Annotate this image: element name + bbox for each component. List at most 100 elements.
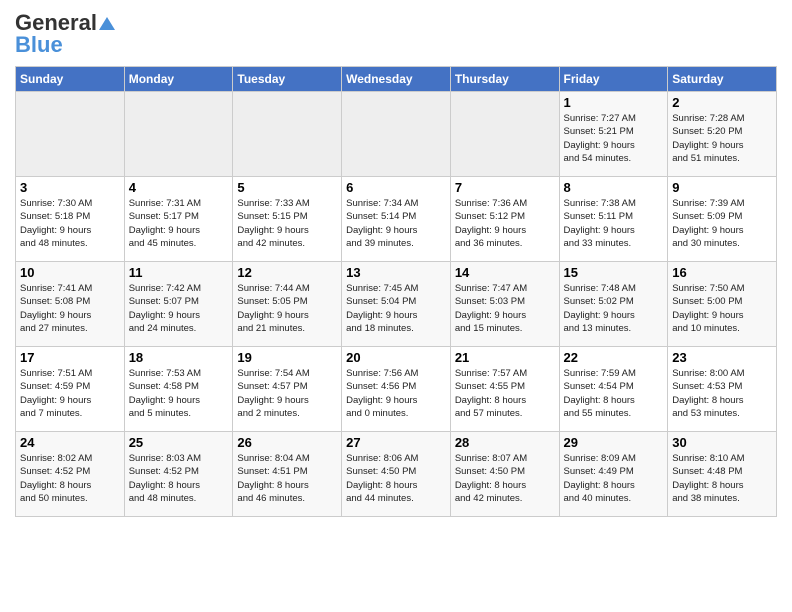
calendar-cell: 14Sunrise: 7:47 AM Sunset: 5:03 PM Dayli…: [450, 262, 559, 347]
day-info: Sunrise: 8:00 AM Sunset: 4:53 PM Dayligh…: [672, 367, 772, 420]
day-info: Sunrise: 8:10 AM Sunset: 4:48 PM Dayligh…: [672, 452, 772, 505]
week-row-1: 1 Sunrise: 7:27 AM Sunset: 5:21 PM Daylig…: [16, 92, 777, 177]
day-header-thursday: Thursday: [450, 67, 559, 92]
day-header-saturday: Saturday: [668, 67, 777, 92]
day-info: Sunrise: 8:03 AM Sunset: 4:52 PM Dayligh…: [129, 452, 229, 505]
day-header-friday: Friday: [559, 67, 668, 92]
calendar-cell: 30 Sunrise: 8:10 AM Sunset: 4:48 PM Dayli…: [668, 432, 777, 517]
calendar-table: SundayMondayTuesdayWednesdayThursdayFrid…: [15, 66, 777, 517]
day-info: Sunrise: 7:51 AM Sunset: 4:59 PM Dayligh…: [20, 367, 120, 420]
day-info: Sunrise: 8:04 AM Sunset: 4:51 PM Dayligh…: [237, 452, 337, 505]
day-info: Sunrise: 7:33 AM Sunset: 5:15 PM Dayligh…: [237, 197, 337, 250]
day-number: 11: [129, 265, 229, 280]
day-number: 17: [20, 350, 120, 365]
header: General Blue: [15, 10, 777, 58]
calendar-cell: [342, 92, 451, 177]
day-number: 18: [129, 350, 229, 365]
day-number: 30: [672, 435, 772, 450]
day-number: 13: [346, 265, 446, 280]
day-number: 27: [346, 435, 446, 450]
day-number: 26: [237, 435, 337, 450]
day-number: 3: [20, 180, 120, 195]
day-number: 28: [455, 435, 555, 450]
day-info: Sunrise: 7:59 AM Sunset: 4:54 PM Dayligh…: [564, 367, 664, 420]
day-info: Sunrise: 7:54 AM Sunset: 4:57 PM Dayligh…: [237, 367, 337, 420]
calendar-cell: 23 Sunrise: 8:00 AM Sunset: 4:53 PM Dayli…: [668, 347, 777, 432]
calendar-cell: 17 Sunrise: 7:51 AM Sunset: 4:59 PM Dayli…: [16, 347, 125, 432]
calendar-cell: 11 Sunrise: 7:42 AM Sunset: 5:07 PM Dayli…: [124, 262, 233, 347]
day-info: Sunrise: 7:41 AM Sunset: 5:08 PM Dayligh…: [20, 282, 120, 335]
day-info: Sunrise: 7:45 AM Sunset: 5:04 PM Dayligh…: [346, 282, 446, 335]
calendar-cell: 25 Sunrise: 8:03 AM Sunset: 4:52 PM Dayli…: [124, 432, 233, 517]
calendar-cell: 3 Sunrise: 7:30 AM Sunset: 5:18 PM Daylig…: [16, 177, 125, 262]
calendar-cell: [233, 92, 342, 177]
day-header-wednesday: Wednesday: [342, 67, 451, 92]
day-info: Sunrise: 7:57 AM Sunset: 4:55 PM Dayligh…: [455, 367, 555, 420]
day-info: Sunrise: 7:28 AM Sunset: 5:20 PM Dayligh…: [672, 112, 772, 165]
day-info: Sunrise: 7:48 AM Sunset: 5:02 PM Dayligh…: [564, 282, 664, 335]
day-number: 9: [672, 180, 772, 195]
day-info: Sunrise: 7:42 AM Sunset: 5:07 PM Dayligh…: [129, 282, 229, 335]
day-info: Sunrise: 7:27 AM Sunset: 5:21 PM Dayligh…: [564, 112, 664, 165]
day-number: 10: [20, 265, 120, 280]
day-number: 22: [564, 350, 664, 365]
day-header-sunday: Sunday: [16, 67, 125, 92]
day-number: 29: [564, 435, 664, 450]
calendar-cell: 7 Sunrise: 7:36 AM Sunset: 5:12 PM Daylig…: [450, 177, 559, 262]
day-number: 16: [672, 265, 772, 280]
logo: General Blue: [15, 10, 115, 58]
calendar-cell: [124, 92, 233, 177]
calendar-cell: 9 Sunrise: 7:39 AM Sunset: 5:09 PM Daylig…: [668, 177, 777, 262]
calendar-cell: 24Sunrise: 8:02 AM Sunset: 4:52 PM Dayli…: [16, 432, 125, 517]
day-number: 21: [455, 350, 555, 365]
day-header-monday: Monday: [124, 67, 233, 92]
calendar-cell: [16, 92, 125, 177]
day-number: 20: [346, 350, 446, 365]
calendar-cell: 28 Sunrise: 8:07 AM Sunset: 4:50 PM Dayli…: [450, 432, 559, 517]
calendar-cell: 26 Sunrise: 8:04 AM Sunset: 4:51 PM Dayli…: [233, 432, 342, 517]
day-number: 6: [346, 180, 446, 195]
day-number: 15: [564, 265, 664, 280]
calendar-cell: 6 Sunrise: 7:34 AM Sunset: 5:14 PM Daylig…: [342, 177, 451, 262]
calendar-cell: 5 Sunrise: 7:33 AM Sunset: 5:15 PM Daylig…: [233, 177, 342, 262]
calendar-cell: 19 Sunrise: 7:54 AM Sunset: 4:57 PM Dayli…: [233, 347, 342, 432]
calendar-cell: 12Sunrise: 7:44 AM Sunset: 5:05 PM Dayli…: [233, 262, 342, 347]
day-info: Sunrise: 8:02 AM Sunset: 4:52 PM Dayligh…: [20, 452, 120, 505]
day-info: Sunrise: 7:44 AM Sunset: 5:05 PM Dayligh…: [237, 282, 337, 335]
week-row-2: 3 Sunrise: 7:30 AM Sunset: 5:18 PM Daylig…: [16, 177, 777, 262]
day-info: Sunrise: 8:07 AM Sunset: 4:50 PM Dayligh…: [455, 452, 555, 505]
week-row-3: 10 Sunrise: 7:41 AM Sunset: 5:08 PM Dayli…: [16, 262, 777, 347]
calendar-header-row: SundayMondayTuesdayWednesdayThursdayFrid…: [16, 67, 777, 92]
day-info: Sunrise: 7:39 AM Sunset: 5:09 PM Dayligh…: [672, 197, 772, 250]
day-number: 8: [564, 180, 664, 195]
day-number: 23: [672, 350, 772, 365]
day-number: 7: [455, 180, 555, 195]
day-info: Sunrise: 7:53 AM Sunset: 4:58 PM Dayligh…: [129, 367, 229, 420]
calendar-cell: 22 Sunrise: 7:59 AM Sunset: 4:54 PM Dayli…: [559, 347, 668, 432]
day-info: Sunrise: 8:09 AM Sunset: 4:49 PM Dayligh…: [564, 452, 664, 505]
calendar-cell: 4 Sunrise: 7:31 AM Sunset: 5:17 PM Daylig…: [124, 177, 233, 262]
calendar-cell: 18 Sunrise: 7:53 AM Sunset: 4:58 PM Dayli…: [124, 347, 233, 432]
day-info: Sunrise: 7:47 AM Sunset: 5:03 PM Dayligh…: [455, 282, 555, 335]
day-info: Sunrise: 7:36 AM Sunset: 5:12 PM Dayligh…: [455, 197, 555, 250]
main-container: General Blue SundayMondayTuesdayWednesda…: [0, 0, 792, 527]
calendar-cell: 8 Sunrise: 7:38 AM Sunset: 5:11 PM Daylig…: [559, 177, 668, 262]
day-info: Sunrise: 7:30 AM Sunset: 5:18 PM Dayligh…: [20, 197, 120, 250]
day-info: Sunrise: 7:50 AM Sunset: 5:00 PM Dayligh…: [672, 282, 772, 335]
calendar-cell: 13 Sunrise: 7:45 AM Sunset: 5:04 PM Dayli…: [342, 262, 451, 347]
logo-blue-text: Blue: [15, 32, 115, 58]
day-info: Sunrise: 7:31 AM Sunset: 5:17 PM Dayligh…: [129, 197, 229, 250]
day-number: 4: [129, 180, 229, 195]
day-info: Sunrise: 7:38 AM Sunset: 5:11 PM Dayligh…: [564, 197, 664, 250]
calendar-cell: 1 Sunrise: 7:27 AM Sunset: 5:21 PM Daylig…: [559, 92, 668, 177]
day-number: 19: [237, 350, 337, 365]
day-header-tuesday: Tuesday: [233, 67, 342, 92]
day-number: 25: [129, 435, 229, 450]
day-number: 1: [564, 95, 664, 110]
calendar-cell: 29 Sunrise: 8:09 AM Sunset: 4:49 PM Dayli…: [559, 432, 668, 517]
week-row-5: 24Sunrise: 8:02 AM Sunset: 4:52 PM Dayli…: [16, 432, 777, 517]
calendar-cell: 10 Sunrise: 7:41 AM Sunset: 5:08 PM Dayli…: [16, 262, 125, 347]
day-info: Sunrise: 7:34 AM Sunset: 5:14 PM Dayligh…: [346, 197, 446, 250]
day-number: 5: [237, 180, 337, 195]
calendar-cell: 21 Sunrise: 7:57 AM Sunset: 4:55 PM Dayli…: [450, 347, 559, 432]
